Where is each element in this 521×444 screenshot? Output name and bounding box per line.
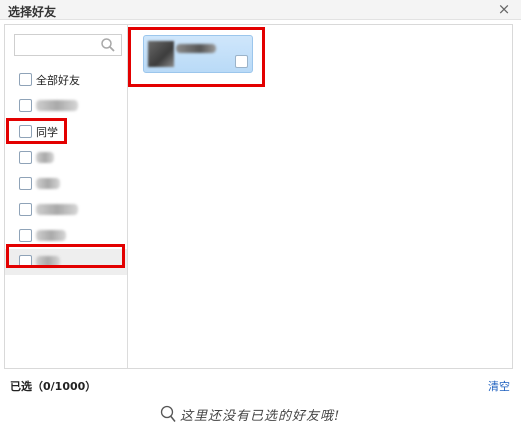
selected-count: 已选（0/1000） [10, 380, 97, 393]
dialog-body: 全部好友 同学 [4, 24, 513, 369]
group-item[interactable] [5, 171, 127, 197]
empty-selection-note: 这里还没有已选的好友哦! [160, 404, 340, 424]
search-input[interactable] [15, 35, 99, 55]
friend-panel [129, 25, 512, 368]
group-checkbox[interactable] [19, 229, 32, 242]
group-checkbox[interactable] [19, 73, 32, 86]
dialog-header: 选择好友 × [0, 0, 521, 20]
dialog-title: 选择好友 [8, 5, 57, 19]
search-box [14, 34, 122, 56]
group-item[interactable] [5, 197, 127, 223]
blurred-friend-name [176, 44, 216, 53]
magnifier-icon [160, 405, 176, 422]
empty-message: 这里还没有已选的好友哦! [180, 408, 341, 424]
blurred-group-label [36, 230, 66, 241]
group-item-selected[interactable] [5, 249, 127, 275]
select-friends-dialog: 选择好友 × 全部好友 同学 已选（0/1000） 清空 这里还没有已选的好友哦… [0, 0, 521, 444]
friend-card[interactable] [143, 35, 253, 73]
group-checkbox[interactable] [19, 203, 32, 216]
clear-link[interactable]: 清空 [488, 378, 510, 394]
friend-checkbox[interactable] [235, 55, 248, 68]
group-item[interactable] [5, 145, 127, 171]
blurred-group-label [36, 100, 78, 111]
group-checkbox[interactable] [19, 151, 32, 164]
group-checkbox[interactable] [19, 255, 32, 268]
group-checkbox[interactable] [19, 125, 32, 138]
blurred-group-label [36, 204, 78, 215]
group-label: 同学 [36, 126, 58, 139]
group-item-all-friends[interactable]: 全部好友 [5, 67, 127, 93]
group-checkbox[interactable] [19, 177, 32, 190]
avatar [148, 41, 174, 67]
group-label: 全部好友 [36, 74, 80, 87]
search-icon[interactable] [100, 37, 116, 53]
blurred-group-label [36, 178, 60, 189]
group-item-classmates[interactable]: 同学 [5, 119, 127, 145]
group-item[interactable] [5, 223, 127, 249]
group-checkbox[interactable] [19, 99, 32, 112]
close-icon[interactable]: × [497, 1, 511, 17]
group-panel: 全部好友 同学 [5, 25, 128, 368]
group-list: 全部好友 同学 [5, 67, 127, 275]
group-item[interactable] [5, 93, 127, 119]
blurred-group-label [36, 152, 54, 163]
blurred-group-label [36, 256, 60, 267]
